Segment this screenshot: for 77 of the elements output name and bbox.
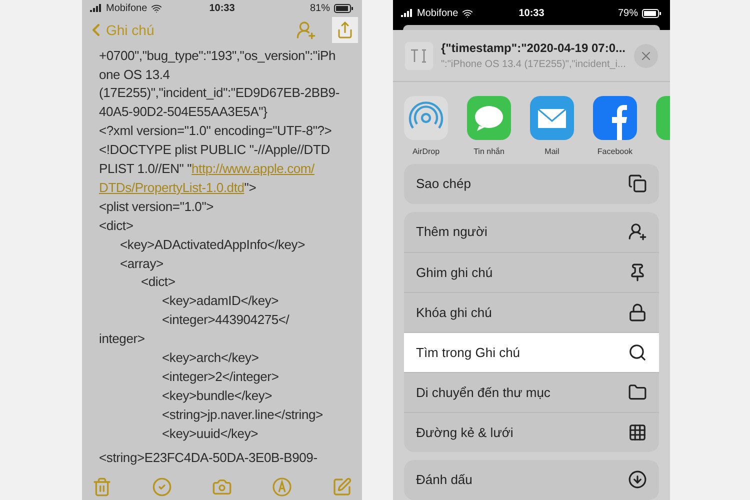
note-text-line: PLIST 1.0//EN" "http://www.apple.com/ <box>99 160 314 178</box>
app-name: Mail <box>544 146 560 158</box>
action-row[interactable]: Đường kẻ & lưới <box>404 412 659 452</box>
action-label: Sao chép <box>416 175 471 194</box>
close-button[interactable] <box>634 44 658 68</box>
battery-percent: 81% <box>310 2 330 16</box>
action-label: Tìm trong Ghi chú <box>416 344 520 362</box>
message-bubble-icon[interactable] <box>467 96 511 140</box>
carrier-name: Mobifone <box>417 6 458 20</box>
action-row[interactable]: Đánh dấu <box>404 460 659 500</box>
f-logo-icon[interactable] <box>593 96 637 140</box>
note-text-line: 40A5-90D2-504E55AA3E5A"} <box>99 103 268 122</box>
text-document-icon <box>405 42 433 70</box>
clock-time: 10:33 <box>209 2 235 16</box>
action-row[interactable]: Di chuyển đến thư mục <box>404 372 659 412</box>
action-row[interactable]: Tìm trong Ghi chú <box>404 332 659 372</box>
search-icon <box>628 342 647 362</box>
action-row[interactable]: Sao chép <box>404 164 659 204</box>
battery-icon <box>334 4 354 12</box>
action-label: Khóa ghi chú <box>416 304 492 322</box>
note-text-line: <?xml version="1.0" encoding="UTF-8"?> <box>99 122 332 140</box>
grid-icon <box>628 422 647 442</box>
note-text-line: DTDs/PropertyList-1.0.dtd"> <box>99 178 256 197</box>
share-title: {"timestamp":"2020-04-19 07:0... <box>441 40 626 58</box>
signal-icon <box>401 9 413 17</box>
wifi-icon <box>462 8 474 18</box>
note-text-line: <dict> <box>99 216 134 235</box>
action-label: Thêm người <box>416 223 488 242</box>
carrier-name: Mobifone <box>106 2 148 16</box>
action-row[interactable]: Thêm người <box>404 212 659 252</box>
battery-percent: 79% <box>618 6 638 20</box>
signal-icon <box>90 4 102 12</box>
note-text-line: <key>bundle</key> <box>162 386 272 405</box>
app-name: Facebook <box>597 146 633 158</box>
app-name: AirDrop <box>412 146 440 158</box>
folder-icon <box>628 382 647 402</box>
note-text-line: <key>arch</key> <box>162 348 259 367</box>
share-subtitle: ":"iPhone OS 13.4 (17E255)","incident_i... <box>441 58 626 72</box>
note-text-line: <string>jp.naver.line</string> <box>162 406 323 424</box>
action-label: Di chuyển đến thư mục <box>416 384 550 402</box>
add-person-icon <box>628 222 647 242</box>
share-icon <box>336 21 354 39</box>
note-text-line: <dict> <box>141 273 176 292</box>
wifi-icon <box>151 2 162 14</box>
add-person-icon[interactable] <box>296 20 316 40</box>
envelope-icon[interactable] <box>530 96 574 140</box>
note-text-line: integer> <box>99 330 145 348</box>
compose-icon[interactable] <box>332 476 352 496</box>
copy-icon <box>628 174 647 194</box>
camera-icon[interactable] <box>212 476 232 496</box>
clock-time: 10:33 <box>518 6 544 20</box>
note-text-line: (17E255)","incident_id":"ED9D67EB-2BB9- <box>99 84 340 102</box>
note-text-line: <key>uuid</key> <box>162 424 258 443</box>
action-row[interactable]: Ghim ghi chú <box>404 252 659 292</box>
note-text-line: <plist version="1.0"> <box>99 198 214 216</box>
pen-circle-icon[interactable] <box>272 476 292 496</box>
lock-icon <box>628 302 647 322</box>
battery-icon <box>642 8 662 18</box>
action-label: Ghim ghi chú <box>416 264 493 282</box>
share-button[interactable] <box>332 17 358 43</box>
note-text-line: <key>adamID</key> <box>162 292 279 310</box>
note-text-line: <integer>2</integer> <box>162 368 279 386</box>
action-label: Đường kẻ & lưới <box>416 424 514 442</box>
note-text-line: <key>ADActivatedAppInfo</key> <box>120 236 305 254</box>
app-name: Tin nhắn <box>474 146 504 158</box>
pin-icon <box>628 262 647 282</box>
airdrop-icon[interactable] <box>404 96 448 140</box>
trash-icon[interactable] <box>92 476 112 496</box>
note-text-line: <array> <box>120 254 164 273</box>
check-circle-icon[interactable] <box>152 476 172 496</box>
note-text-line: <integer>443904275</ <box>162 311 290 330</box>
action-label: Đánh dấu <box>416 471 472 490</box>
note-text-line: one OS 13.4 <box>99 66 170 84</box>
note-text-line: <!DOCTYPE plist PUBLIC "-//Apple//DTD <box>99 141 330 160</box>
note-text-line: +0700","bug_type":"193","os_version":"iPh <box>99 46 336 65</box>
note-text-line: <string>E23FC4DA-50DA-3E0B-B909- <box>99 449 318 468</box>
circle-icon <box>628 470 647 490</box>
